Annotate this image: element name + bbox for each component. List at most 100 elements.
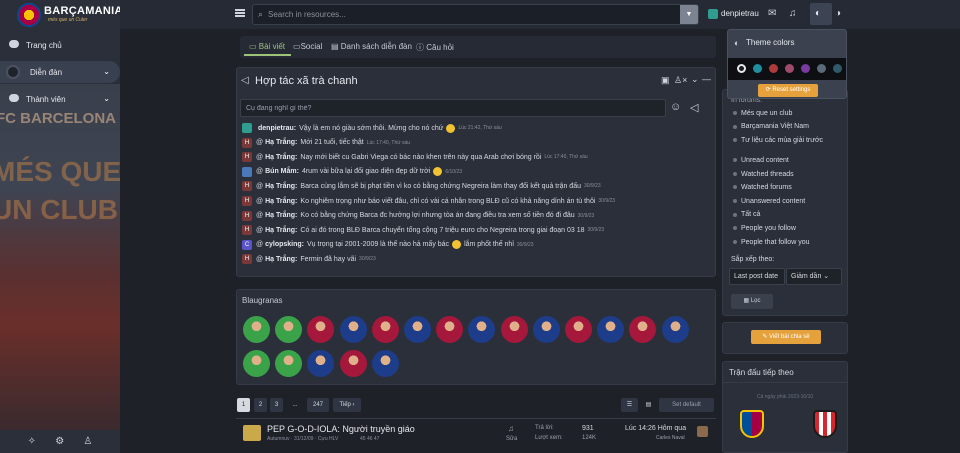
message-author[interactable]: denpietrau:	[258, 125, 296, 132]
theme-swatch[interactable]	[785, 64, 794, 73]
chat-input[interactable]	[240, 99, 666, 117]
sort-direction-select[interactable]: Giảm dần ⌄	[786, 268, 842, 285]
theme-swatch[interactable]	[769, 64, 778, 73]
theme-swatch[interactable]	[833, 64, 842, 73]
player-avatar[interactable]	[661, 316, 689, 343]
theme-swatch[interactable]	[753, 64, 762, 73]
player-avatar[interactable]	[339, 316, 367, 343]
sidebar-item-home[interactable]: Trang chủ	[0, 34, 120, 56]
reset-settings-button[interactable]: ⟳ Reset settings	[758, 84, 818, 97]
last-post-user[interactable]: Carles Naval	[656, 435, 685, 441]
message-author[interactable]: Hạ Trắng:	[265, 256, 297, 263]
avatar[interactable]: H	[242, 196, 252, 206]
player-avatar[interactable]	[436, 316, 464, 343]
edit-link[interactable]: Sửa	[506, 436, 517, 442]
last-post-time[interactable]: Lúc 14:26 Hôm qua	[625, 425, 686, 432]
player-avatar[interactable]	[371, 316, 399, 343]
gear-icon[interactable]: ⚙	[55, 436, 64, 447]
user-remove-icon[interactable]: ♙×	[674, 75, 687, 86]
player-avatar[interactable]	[275, 316, 303, 343]
lightbulb-icon[interactable]: ✧	[28, 436, 36, 447]
chevron-down-icon[interactable]: ⌄	[691, 74, 699, 85]
content-filter-item[interactable]: Tất cả	[733, 211, 760, 218]
content-filter-item[interactable]: Unanswered content	[733, 198, 805, 205]
content-filter-item[interactable]: Unread content	[733, 157, 789, 164]
emoji-icon[interactable]: ☺	[670, 101, 681, 113]
send-icon[interactable]: ◁	[690, 101, 698, 114]
message-author[interactable]: Hạ Trắng:	[265, 227, 297, 234]
grid-view-icon[interactable]: ▤	[640, 398, 657, 412]
avatar[interactable]: H	[242, 181, 252, 192]
page-1[interactable]: 1	[237, 398, 250, 412]
bell-icon[interactable]: ♫	[789, 8, 797, 19]
minimize-icon[interactable]: —	[702, 74, 711, 84]
sidebar-item-forums[interactable]: Diễn đàn ⌄	[0, 61, 120, 83]
player-avatar[interactable]	[275, 350, 303, 377]
archive-icon[interactable]: ▣	[661, 75, 670, 86]
player-avatar[interactable]	[339, 350, 367, 377]
message-author[interactable]: Hạ Trắng:	[265, 139, 297, 146]
thread-pages[interactable]: 45 46 47	[360, 436, 379, 442]
message-author[interactable]: Hạ Trắng:	[265, 154, 297, 161]
page-2[interactable]: 2	[254, 398, 267, 412]
message-author[interactable]: cylopsking:	[265, 241, 304, 248]
tab-forum-list[interactable]: ▤ Danh sách diễn đàn	[331, 42, 412, 51]
mail-icon[interactable]: ✉	[768, 8, 776, 19]
page-247[interactable]: 247	[307, 398, 329, 412]
avatar[interactable]: H	[242, 210, 252, 221]
message-author[interactable]: Hạ Trắng:	[265, 198, 297, 205]
player-avatar[interactable]	[532, 316, 560, 343]
tab-questions[interactable]: ⓘ Câu hỏi	[416, 42, 454, 53]
chevron-down-icon[interactable]: ⌄	[103, 94, 110, 103]
chevron-down-icon[interactable]: ⌄	[103, 67, 110, 76]
menu-icon[interactable]	[235, 9, 245, 17]
avatar[interactable]	[242, 166, 252, 177]
avatar[interactable]: H	[242, 137, 252, 148]
theme-swatch[interactable]	[801, 64, 810, 73]
player-avatar[interactable]	[243, 316, 270, 343]
message-author[interactable]: Hạ Trắng:	[265, 183, 297, 190]
theme-swatch[interactable]	[817, 64, 826, 73]
new-thread-button[interactable]: ✎ Viết bài chia sẻ	[751, 330, 821, 344]
message-author[interactable]: Hạ Trắng:	[265, 212, 297, 219]
avatar[interactable]: H	[242, 152, 252, 163]
bell-icon[interactable]: ♫	[508, 424, 514, 433]
player-avatar[interactable]	[404, 316, 431, 343]
theme-swatch[interactable]	[737, 64, 746, 73]
avatar[interactable]: C	[242, 239, 252, 250]
avatar[interactable]	[708, 9, 718, 19]
avatar[interactable]: H	[242, 225, 252, 236]
avatar[interactable]: H	[242, 254, 252, 265]
content-filter-item[interactable]: People you follow	[733, 225, 796, 232]
content-filter-item[interactable]: Watched forums	[733, 184, 792, 191]
user-icon[interactable]: ♙	[83, 436, 92, 447]
thread-title[interactable]: PEP G-O-D-IOLA: Người truyền giáo	[267, 424, 415, 434]
avatar[interactable]	[242, 123, 252, 133]
content-filter-item[interactable]: People that follow you	[733, 239, 810, 246]
message-author[interactable]: Bún Mắm:	[265, 168, 299, 175]
username[interactable]: denpietrau	[721, 9, 759, 18]
next-page-button[interactable]: Tiếp ›	[333, 398, 361, 412]
set-default-button[interactable]: Set default	[659, 398, 714, 412]
search-input[interactable]	[268, 6, 668, 22]
player-avatar[interactable]	[371, 350, 399, 377]
content-filter-item[interactable]: Watched threads	[733, 171, 794, 178]
forum-filter-item[interactable]: Barçamania Việt Nam	[733, 123, 809, 130]
list-view-icon[interactable]: ☰	[621, 398, 638, 412]
forum-filter-item[interactable]: Tư liệu các mùa giải trước	[733, 137, 823, 144]
sidebar-item-members[interactable]: Thành viên ⌄	[0, 88, 120, 110]
player-avatar[interactable]	[565, 316, 592, 343]
tab-social[interactable]: ▭Social	[293, 42, 322, 51]
tab-posts[interactable]: ▭ Bài viết	[249, 42, 285, 51]
player-avatar[interactable]	[500, 316, 528, 343]
page-3[interactable]: 3	[270, 398, 283, 412]
player-avatar[interactable]	[243, 350, 270, 377]
forum-filter-item[interactable]: Més que un club	[733, 110, 792, 117]
filter-button[interactable]: ▦ Lọc	[731, 294, 773, 309]
toggle-icon[interactable]: ◑	[835, 8, 841, 19]
search-dropdown-button[interactable]: ▼	[680, 5, 698, 24]
avatar[interactable]	[697, 426, 708, 437]
brand-header[interactable]: BARÇAMANIA més que un Culer	[0, 0, 120, 30]
sort-by-select[interactable]: Last post date	[729, 268, 785, 285]
player-avatar[interactable]	[597, 316, 625, 343]
